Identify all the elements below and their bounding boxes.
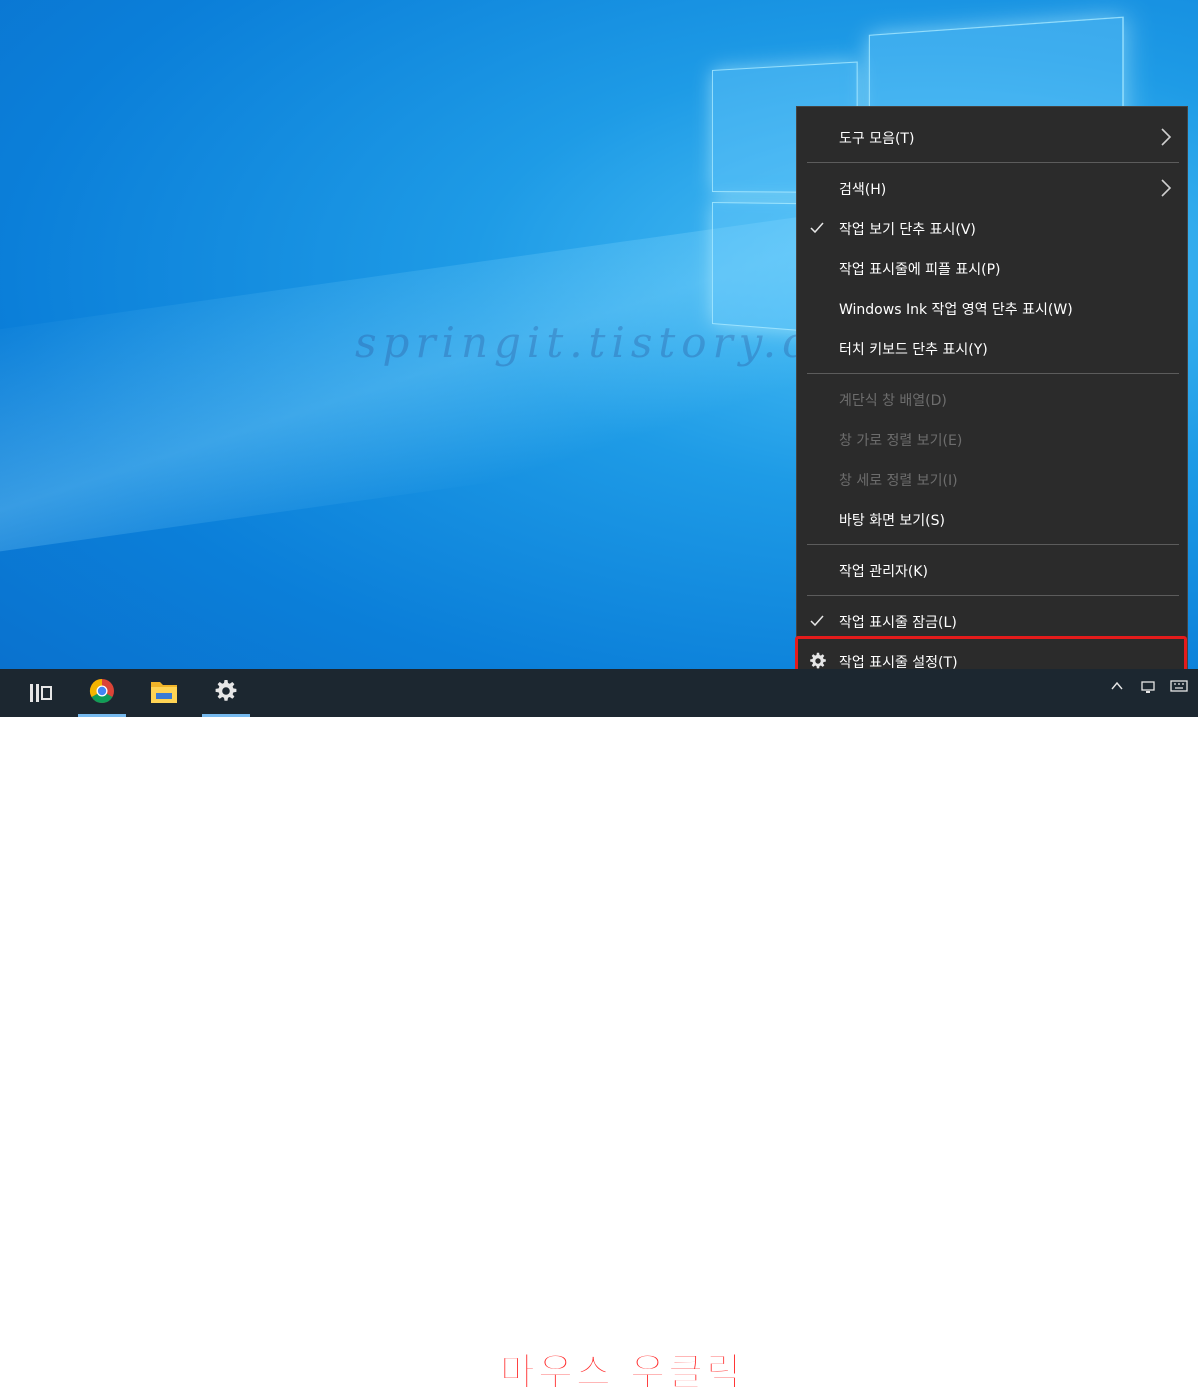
callout-text: 마우스 우클릭 [500, 1350, 744, 1395]
menu-item-task-view-button[interactable]: 작업 보기 단추 표시(V) [797, 210, 1187, 246]
menu-item-search[interactable]: 검색(H) [797, 170, 1187, 206]
menu-item-side-by-side: 창 세로 정렬 보기(I) [797, 461, 1187, 497]
network-icon[interactable] [1140, 679, 1156, 699]
menu-item-label: 도구 모음(T) [839, 131, 915, 147]
menu-item-label: 계단식 창 배열(D) [839, 393, 947, 409]
menu-item-toolbars[interactable]: 도구 모음(T) [797, 119, 1187, 155]
menu-item-label: 작업 보기 단추 표시(V) [839, 222, 976, 238]
keyboard-icon[interactable] [1170, 679, 1188, 697]
chrome-button[interactable] [78, 669, 126, 717]
chevron-up-icon[interactable] [1110, 679, 1124, 697]
task-view-button[interactable] [16, 669, 64, 717]
chevron-right-icon [1161, 179, 1172, 197]
menu-item-label: Windows Ink 작업 영역 단추 표시(W) [839, 302, 1073, 318]
menu-item-label: 터치 키보드 단추 표시(Y) [839, 342, 988, 358]
menu-item-label: 창 세로 정렬 보기(I) [839, 473, 958, 489]
menu-item-windows-ink[interactable]: Windows Ink 작업 영역 단추 표시(W) [797, 290, 1187, 326]
menu-item-stack-windows: 창 가로 정렬 보기(E) [797, 421, 1187, 457]
task-view-icon [30, 684, 52, 702]
menu-item-touch-keyboard[interactable]: 터치 키보드 단추 표시(Y) [797, 330, 1187, 366]
taskbar-context-menu: 도구 모음(T) 검색(H) 작업 보기 단추 표시(V) 작업 표시줄에 피플… [796, 106, 1188, 689]
menu-item-show-desktop[interactable]: 바탕 화면 보기(S) [797, 501, 1187, 537]
menu-item-label: 작업 표시줄에 피플 표시(P) [839, 262, 1001, 278]
settings-button[interactable] [202, 669, 250, 717]
menu-item-lock-taskbar[interactable]: 작업 표시줄 잠금(L) [797, 603, 1187, 639]
menu-item-label: 검색(H) [839, 182, 887, 198]
menu-separator [807, 595, 1179, 596]
menu-item-label: 창 가로 정렬 보기(E) [839, 433, 963, 449]
watermark-text: springit.tistory.c [355, 318, 812, 367]
checkmark-icon [810, 222, 824, 234]
menu-item-task-manager[interactable]: 작업 관리자(K) [797, 552, 1187, 588]
chevron-right-icon [1161, 128, 1172, 146]
file-explorer-button[interactable] [140, 669, 188, 717]
menu-item-show-people[interactable]: 작업 표시줄에 피플 표시(P) [797, 250, 1187, 286]
menu-item-label: 바탕 화면 보기(S) [839, 513, 945, 529]
folder-icon [151, 682, 177, 703]
taskbar[interactable]: 마우스 우클릭 [0, 669, 1198, 1395]
menu-separator [807, 373, 1179, 374]
gear-icon [215, 680, 237, 701]
chrome-icon [89, 679, 114, 704]
menu-item-label: 작업 표시줄 잠금(L) [839, 615, 957, 631]
menu-separator [807, 162, 1179, 163]
checkmark-icon [810, 615, 824, 627]
menu-item-cascade-windows: 계단식 창 배열(D) [797, 381, 1187, 417]
menu-separator [807, 544, 1179, 545]
menu-item-label: 작업 관리자(K) [839, 564, 928, 580]
